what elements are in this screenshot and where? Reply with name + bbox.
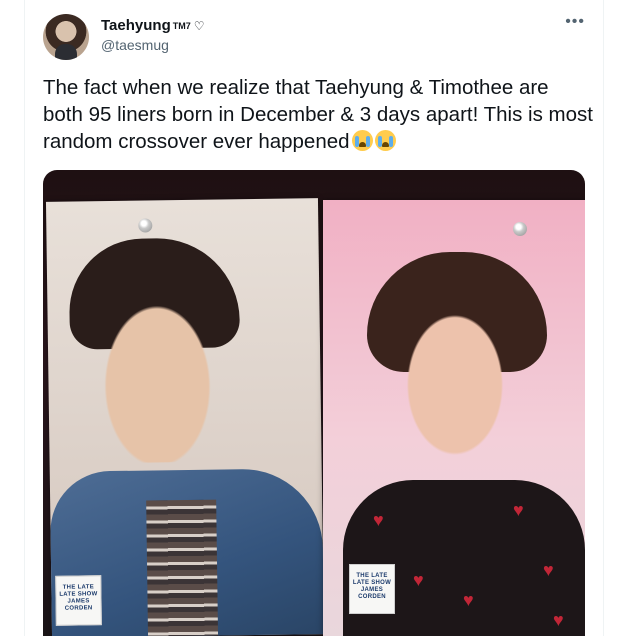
author-name-row[interactable]: Taehyung TM7 ♡	[101, 17, 205, 34]
photo-timothee: ♥ ♥ ♥ ♥ ♥ ♥ THE LATE LATE SHOW JAMES COR…	[323, 200, 585, 636]
tweet-media-image[interactable]: THE LATE LATE SHOW JAMES CORDEN ♥ ♥ ♥ ♥ …	[43, 170, 585, 636]
tweet-card[interactable]: Taehyung TM7 ♡ @taesmug ••• The fact whe…	[24, 0, 604, 636]
more-horizontal-icon[interactable]: •••	[565, 14, 585, 30]
push-pin-icon	[138, 218, 153, 233]
shirt	[146, 499, 219, 636]
push-pin-icon	[513, 222, 527, 236]
display-name[interactable]: Taehyung	[101, 17, 171, 34]
avatar[interactable]	[43, 14, 89, 60]
show-sticker: THE LATE LATE SHOW JAMES CORDEN	[349, 564, 395, 614]
name-suffix: TM7	[172, 20, 191, 31]
loudly-crying-face-emoji	[374, 130, 396, 151]
face	[80, 271, 234, 464]
show-sticker: THE LATE LATE SHOW JAMES CORDEN	[55, 575, 102, 626]
loudly-crying-face-emoji	[351, 130, 373, 151]
tweet-text: The fact when we realize that Taehyung &…	[43, 74, 593, 155]
tweet-body: The fact when we realize that Taehyung &…	[43, 76, 593, 153]
photo-taehyung: THE LATE LATE SHOW JAMES CORDEN	[45, 198, 325, 636]
face	[387, 286, 523, 466]
heart-icon: ♡	[193, 18, 205, 33]
user-handle[interactable]: @taesmug	[101, 37, 169, 53]
